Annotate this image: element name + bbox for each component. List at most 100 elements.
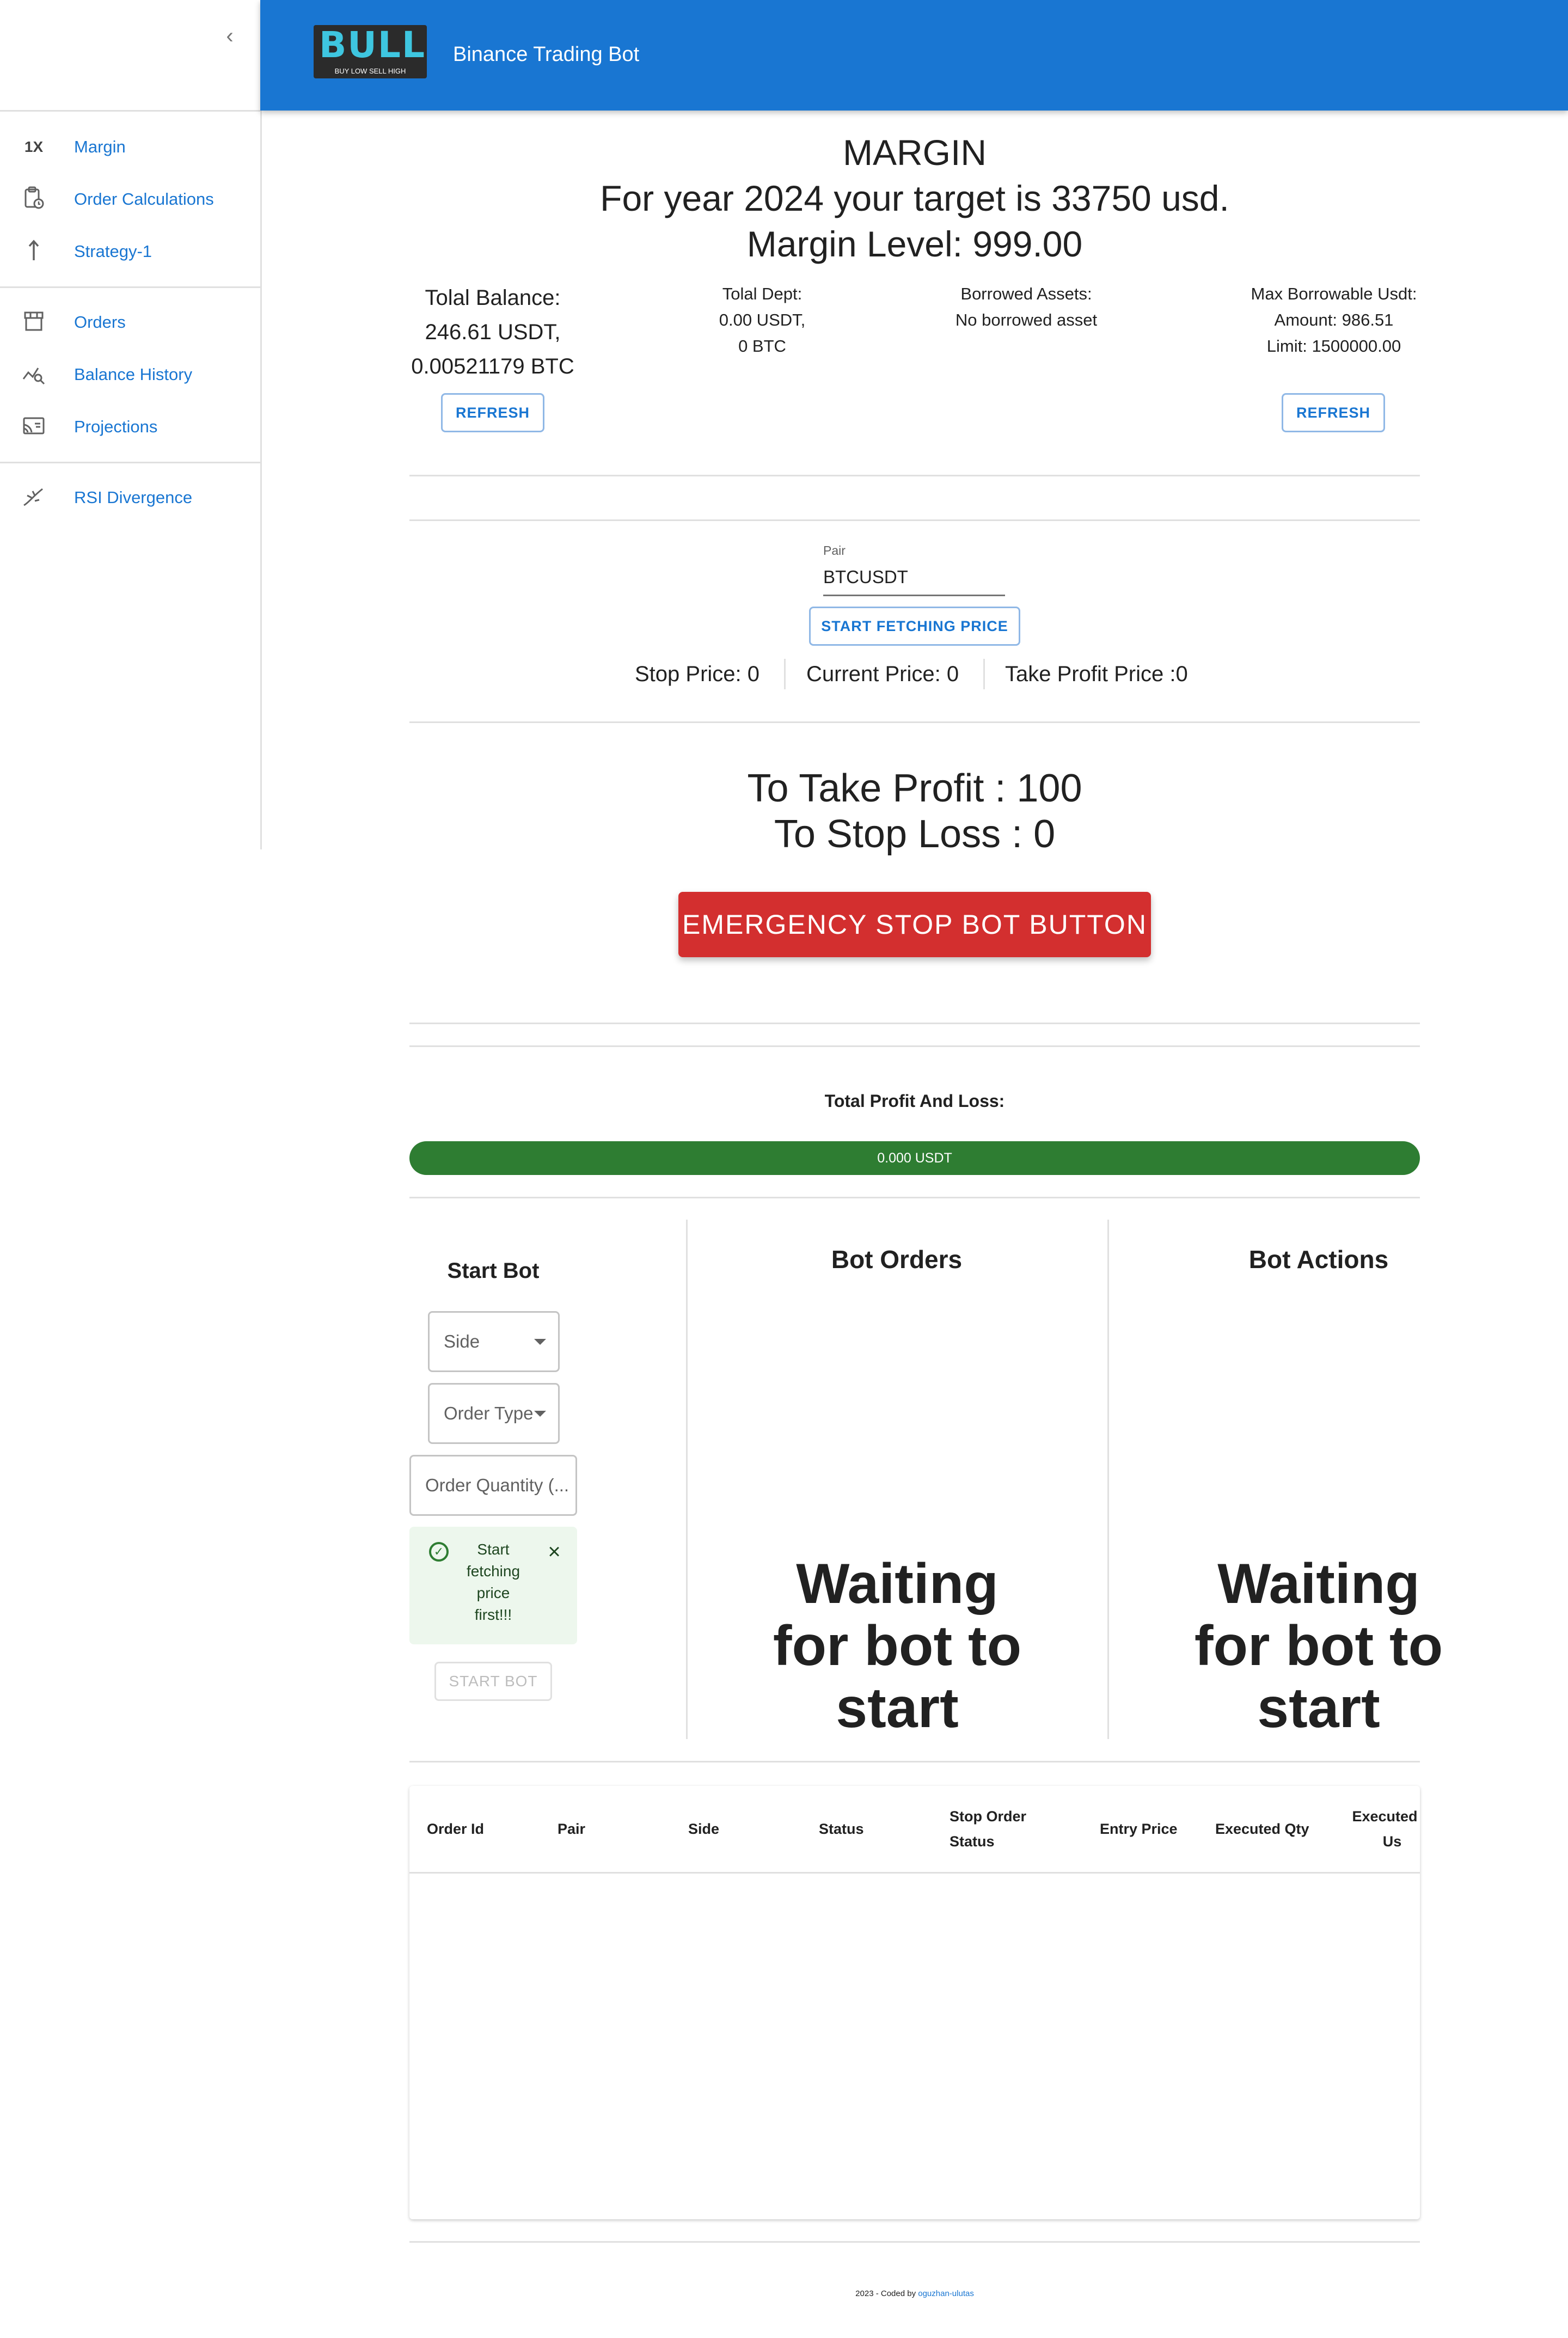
column-header[interactable]: Executed C Us: [1346, 1786, 1420, 1872]
max-borrowable-limit: Limit: 1500000.00: [1266, 336, 1401, 356]
alert-message: Start fetching price first!!!: [466, 1541, 520, 1623]
query-stats-icon: [21, 362, 47, 388]
sidebar-item-label: Balance History: [74, 365, 193, 384]
to-take-profit: To Take Profit : 100: [747, 767, 1082, 810]
app-bar: BULL BUY LOW SELL HIGH Binance Trading B…: [260, 0, 1568, 111]
divider: [409, 1045, 1420, 1047]
start-fetching-price-button[interactable]: START FETCHING PRICE: [809, 607, 1020, 646]
divider: [0, 286, 260, 288]
arrow-up-icon: [21, 238, 47, 265]
order-type-select[interactable]: Order Type: [428, 1383, 560, 1444]
check-circle-icon: ✓: [429, 1542, 449, 1562]
sidebar-item-label: Strategy-1: [74, 242, 152, 261]
sidebar-item-label: Order Calculations: [74, 189, 214, 209]
divider: [409, 475, 1420, 476]
side-select-label: Side: [444, 1331, 480, 1351]
yearly-target-text: For year 2024 your target is 33750 usd.: [600, 178, 1229, 218]
divider: [409, 519, 1420, 521]
divider: [1107, 1220, 1109, 1739]
pnl-title: Total Profit And Loss:: [824, 1091, 1005, 1111]
total-debt-usdt: 0.00 USDT,: [719, 310, 806, 329]
total-debt: Tolal Dept: 0.00 USDT, 0 BTC: [653, 281, 871, 359]
pair-field-label: Pair: [823, 543, 846, 558]
refresh-balance-button[interactable]: REFRESH: [441, 393, 544, 432]
order-type-select-label: Order Type: [444, 1403, 534, 1423]
sidebar-drawer: ‹ 1X Margin Order Calculations Strategy-…: [0, 0, 262, 849]
divider: [409, 721, 1420, 723]
total-balance-btc: 0.00521179 BTC: [411, 354, 574, 378]
sidebar-item-margin[interactable]: 1X Margin: [0, 121, 260, 173]
column-header[interactable]: Side: [688, 1786, 797, 1872]
sidebar-item-rsi-divergence[interactable]: RSI Divergence: [0, 472, 260, 524]
start-bot-title: Start Bot: [447, 1259, 540, 1283]
sidebar-item-projections[interactable]: Projections: [0, 401, 260, 453]
pnl-bar: 0.000 USDT: [409, 1141, 1420, 1175]
order-quantity-placeholder: Order Quantity (...: [425, 1475, 569, 1495]
divider: [409, 1023, 1420, 1024]
table-header: Order Id Pair Side Status Stop Order Sta…: [409, 1786, 1420, 1874]
sidebar-item-strategy-1[interactable]: Strategy-1: [0, 225, 260, 278]
max-borrowable-amount: Amount: 986.51: [1274, 310, 1394, 329]
column-header[interactable]: Stop Order Status: [950, 1786, 1058, 1872]
total-debt-label: Tolal Dept:: [722, 284, 803, 303]
column-header[interactable]: Entry Price: [1100, 1786, 1209, 1872]
caret-down-icon: [534, 1411, 546, 1417]
page-title: MARGIN: [843, 132, 987, 173]
emergency-stop-button[interactable]: EMERGENCY STOP BOT BUTTON: [678, 892, 1151, 957]
max-borrowable: Max Borrowable Usdt: Amount: 986.51 Limi…: [1214, 281, 1454, 359]
divider: [784, 659, 786, 689]
stop-price: Stop Price: 0: [635, 662, 760, 686]
bot-orders-title: Bot Orders: [831, 1245, 963, 1274]
author-link[interactable]: oguzhan-ulutas: [918, 2289, 974, 2298]
divider: [686, 1220, 688, 1739]
cast-projection-icon: [21, 414, 47, 440]
divider: [409, 1197, 1420, 1198]
margin-level-text: Margin Level: 999.00: [746, 224, 1083, 264]
caret-down-icon: [534, 1339, 546, 1345]
take-profit-price: Take Profit Price :0: [1005, 662, 1188, 686]
storefront-icon: [21, 309, 47, 335]
order-quantity-input[interactable]: Order Quantity (...: [409, 1455, 577, 1516]
drawer-header: ‹: [0, 0, 260, 112]
borrowed-assets: Borrowed Assets: No borrowed asset: [904, 281, 1149, 333]
max-borrowable-label: Max Borrowable Usdt:: [1251, 284, 1417, 303]
sidebar-item-label: RSI Divergence: [74, 488, 193, 507]
total-balance-label: Tolal Balance:: [425, 286, 561, 310]
column-header[interactable]: Executed Qty: [1215, 1786, 1324, 1872]
total-balance: Tolal Balance: 246.61 USDT, 0.00521179 B…: [381, 281, 604, 384]
fetch-price-alert: ✓ Start fetching price first!!! ×: [409, 1527, 577, 1644]
current-price: Current Price: 0: [806, 662, 959, 686]
borrowed-assets-label: Borrowed Assets:: [960, 284, 1092, 303]
bot-actions-waiting: Waiting for bot to start: [1194, 1552, 1443, 1740]
borrowed-assets-value: No borrowed asset: [955, 310, 1098, 329]
sidebar-item-label: Projections: [74, 417, 158, 436]
bot-actions-title: Bot Actions: [1248, 1245, 1389, 1274]
orders-table: Order Id Pair Side Status Stop Order Sta…: [409, 1786, 1420, 2219]
logo-wordmark: BULL: [319, 25, 426, 66]
column-header[interactable]: Order Id: [427, 1786, 536, 1872]
bull-logo[interactable]: BULL BUY LOW SELL HIGH: [314, 25, 427, 78]
pair-input[interactable]: BTCUSDT: [823, 564, 1005, 596]
footer-text: 2023 - Coded by: [855, 2289, 918, 2298]
side-select[interactable]: Side: [428, 1311, 560, 1372]
divergence-icon: [21, 485, 47, 511]
start-bot-button[interactable]: START BOT: [434, 1662, 552, 1701]
total-balance-usdt: 246.61 USDT,: [425, 320, 561, 344]
app-title: Binance Trading Bot: [453, 43, 640, 66]
sidebar-item-order-calculations[interactable]: Order Calculations: [0, 173, 260, 225]
sidebar-item-label: Margin: [74, 137, 126, 156]
footer: 2023 - Coded by oguzhan-ulutas: [409, 2289, 1420, 2298]
clipboard-clock-icon: [21, 186, 47, 212]
to-stop-loss: To Stop Loss : 0: [774, 812, 1056, 856]
chevron-left-icon[interactable]: ‹: [216, 22, 244, 50]
sidebar-item-orders[interactable]: Orders: [0, 296, 260, 348]
divider: [409, 2241, 1420, 2243]
divider: [983, 659, 985, 689]
logo-tagline: BUY LOW SELL HIGH: [334, 67, 406, 75]
column-header[interactable]: Pair: [558, 1786, 666, 1872]
refresh-borrowable-button[interactable]: REFRESH: [1282, 393, 1385, 432]
column-header[interactable]: Status: [819, 1786, 928, 1872]
sidebar-item-balance-history[interactable]: Balance History: [0, 348, 260, 401]
divider: [409, 1761, 1420, 1762]
close-icon[interactable]: ×: [543, 1541, 565, 1563]
